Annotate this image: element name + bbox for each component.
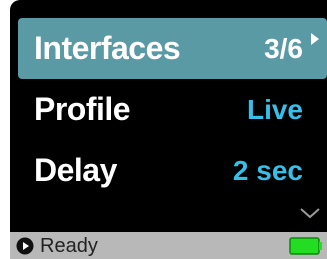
chevron-down-icon[interactable] [299,206,321,220]
menu-item-value: Live [246,93,303,125]
menu-item-profile[interactable]: Profile Live [18,79,327,140]
menu-item-label: Delay [34,152,117,188]
status-text: Ready [40,235,98,257]
menu-item-value: 2 sec [232,154,303,186]
status-bar: Ready [10,232,327,259]
menu-item-delay[interactable]: Delay 2 sec [18,140,327,201]
menu-list: Interfaces 3/6 Profile Live Delay 2 sec [18,18,327,201]
menu-item-value: 3/6 [264,32,303,64]
device-screen: Interfaces 3/6 Profile Live Delay 2 sec … [10,0,327,259]
play-circle-icon [16,237,34,255]
menu-item-label: Interfaces [34,30,181,66]
menu-item-interfaces[interactable]: Interfaces 3/6 [18,18,327,79]
battery-icon [289,237,322,255]
menu-item-label: Profile [34,91,131,127]
arrow-right-icon [311,33,319,45]
